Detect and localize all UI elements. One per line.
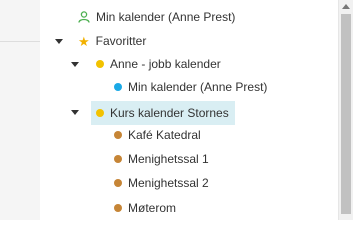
tree-item-my-calendar-nested[interactable]: Min kalender (Anne Prest) bbox=[114, 75, 267, 99]
collapse-toggle-icon[interactable] bbox=[71, 110, 79, 115]
tree-item-menighetssal-2[interactable]: Menighetssal 2 bbox=[114, 171, 209, 195]
collapse-toggle-icon[interactable] bbox=[71, 62, 79, 67]
calendar-color-dot-icon bbox=[96, 109, 104, 117]
tree-item-label: Kafé Katedral bbox=[128, 128, 201, 142]
scroll-up-arrow-icon[interactable] bbox=[342, 4, 350, 9]
tree-item-label: Menighetssal 2 bbox=[128, 176, 209, 190]
vertical-scrollbar[interactable] bbox=[338, 0, 353, 220]
tree-item-favorites[interactable]: ★ Favoritter bbox=[78, 29, 146, 53]
tree-item-kafe-katedral[interactable]: Kafé Katedral bbox=[114, 123, 201, 147]
scrollbar-thumb[interactable] bbox=[341, 14, 351, 214]
calendar-color-dot-icon bbox=[114, 204, 122, 212]
calendar-color-dot-icon bbox=[114, 155, 122, 163]
tree-item-label: Menighetssal 1 bbox=[128, 152, 209, 166]
tree-item-label: Møterom bbox=[128, 201, 176, 215]
calendar-color-dot-icon bbox=[96, 60, 104, 68]
tree-item-moterom[interactable]: Møterom bbox=[114, 196, 176, 220]
tree-item-label: Anne - jobb kalender bbox=[110, 57, 221, 71]
star-icon: ★ bbox=[78, 33, 90, 49]
tree-item-label: Kurs kalender Stornes bbox=[110, 106, 229, 120]
calendar-tree: Min kalender (Anne Prest) ★ Favoritter A… bbox=[40, 0, 338, 220]
tree-item-my-calendar[interactable]: Min kalender (Anne Prest) bbox=[78, 5, 235, 29]
calendar-color-dot-icon bbox=[114, 83, 122, 91]
tree-item-menighetssal-1[interactable]: Menighetssal 1 bbox=[114, 147, 209, 171]
tree-item-kurs-kalender-stornes[interactable]: Kurs kalender Stornes bbox=[91, 101, 235, 125]
tree-item-label: Favoritter bbox=[95, 34, 147, 48]
tree-item-label: Min kalender (Anne Prest) bbox=[96, 10, 236, 24]
collapse-toggle-icon[interactable] bbox=[55, 39, 63, 44]
person-icon bbox=[78, 11, 90, 23]
tree-item-label: Min kalender (Anne Prest) bbox=[128, 80, 268, 94]
left-panel-strip bbox=[0, 0, 40, 220]
calendar-color-dot-icon bbox=[114, 131, 122, 139]
calendar-color-dot-icon bbox=[114, 179, 122, 187]
tree-item-anne-work-calendar[interactable]: Anne - jobb kalender bbox=[96, 52, 221, 76]
panel-divider bbox=[0, 41, 40, 42]
